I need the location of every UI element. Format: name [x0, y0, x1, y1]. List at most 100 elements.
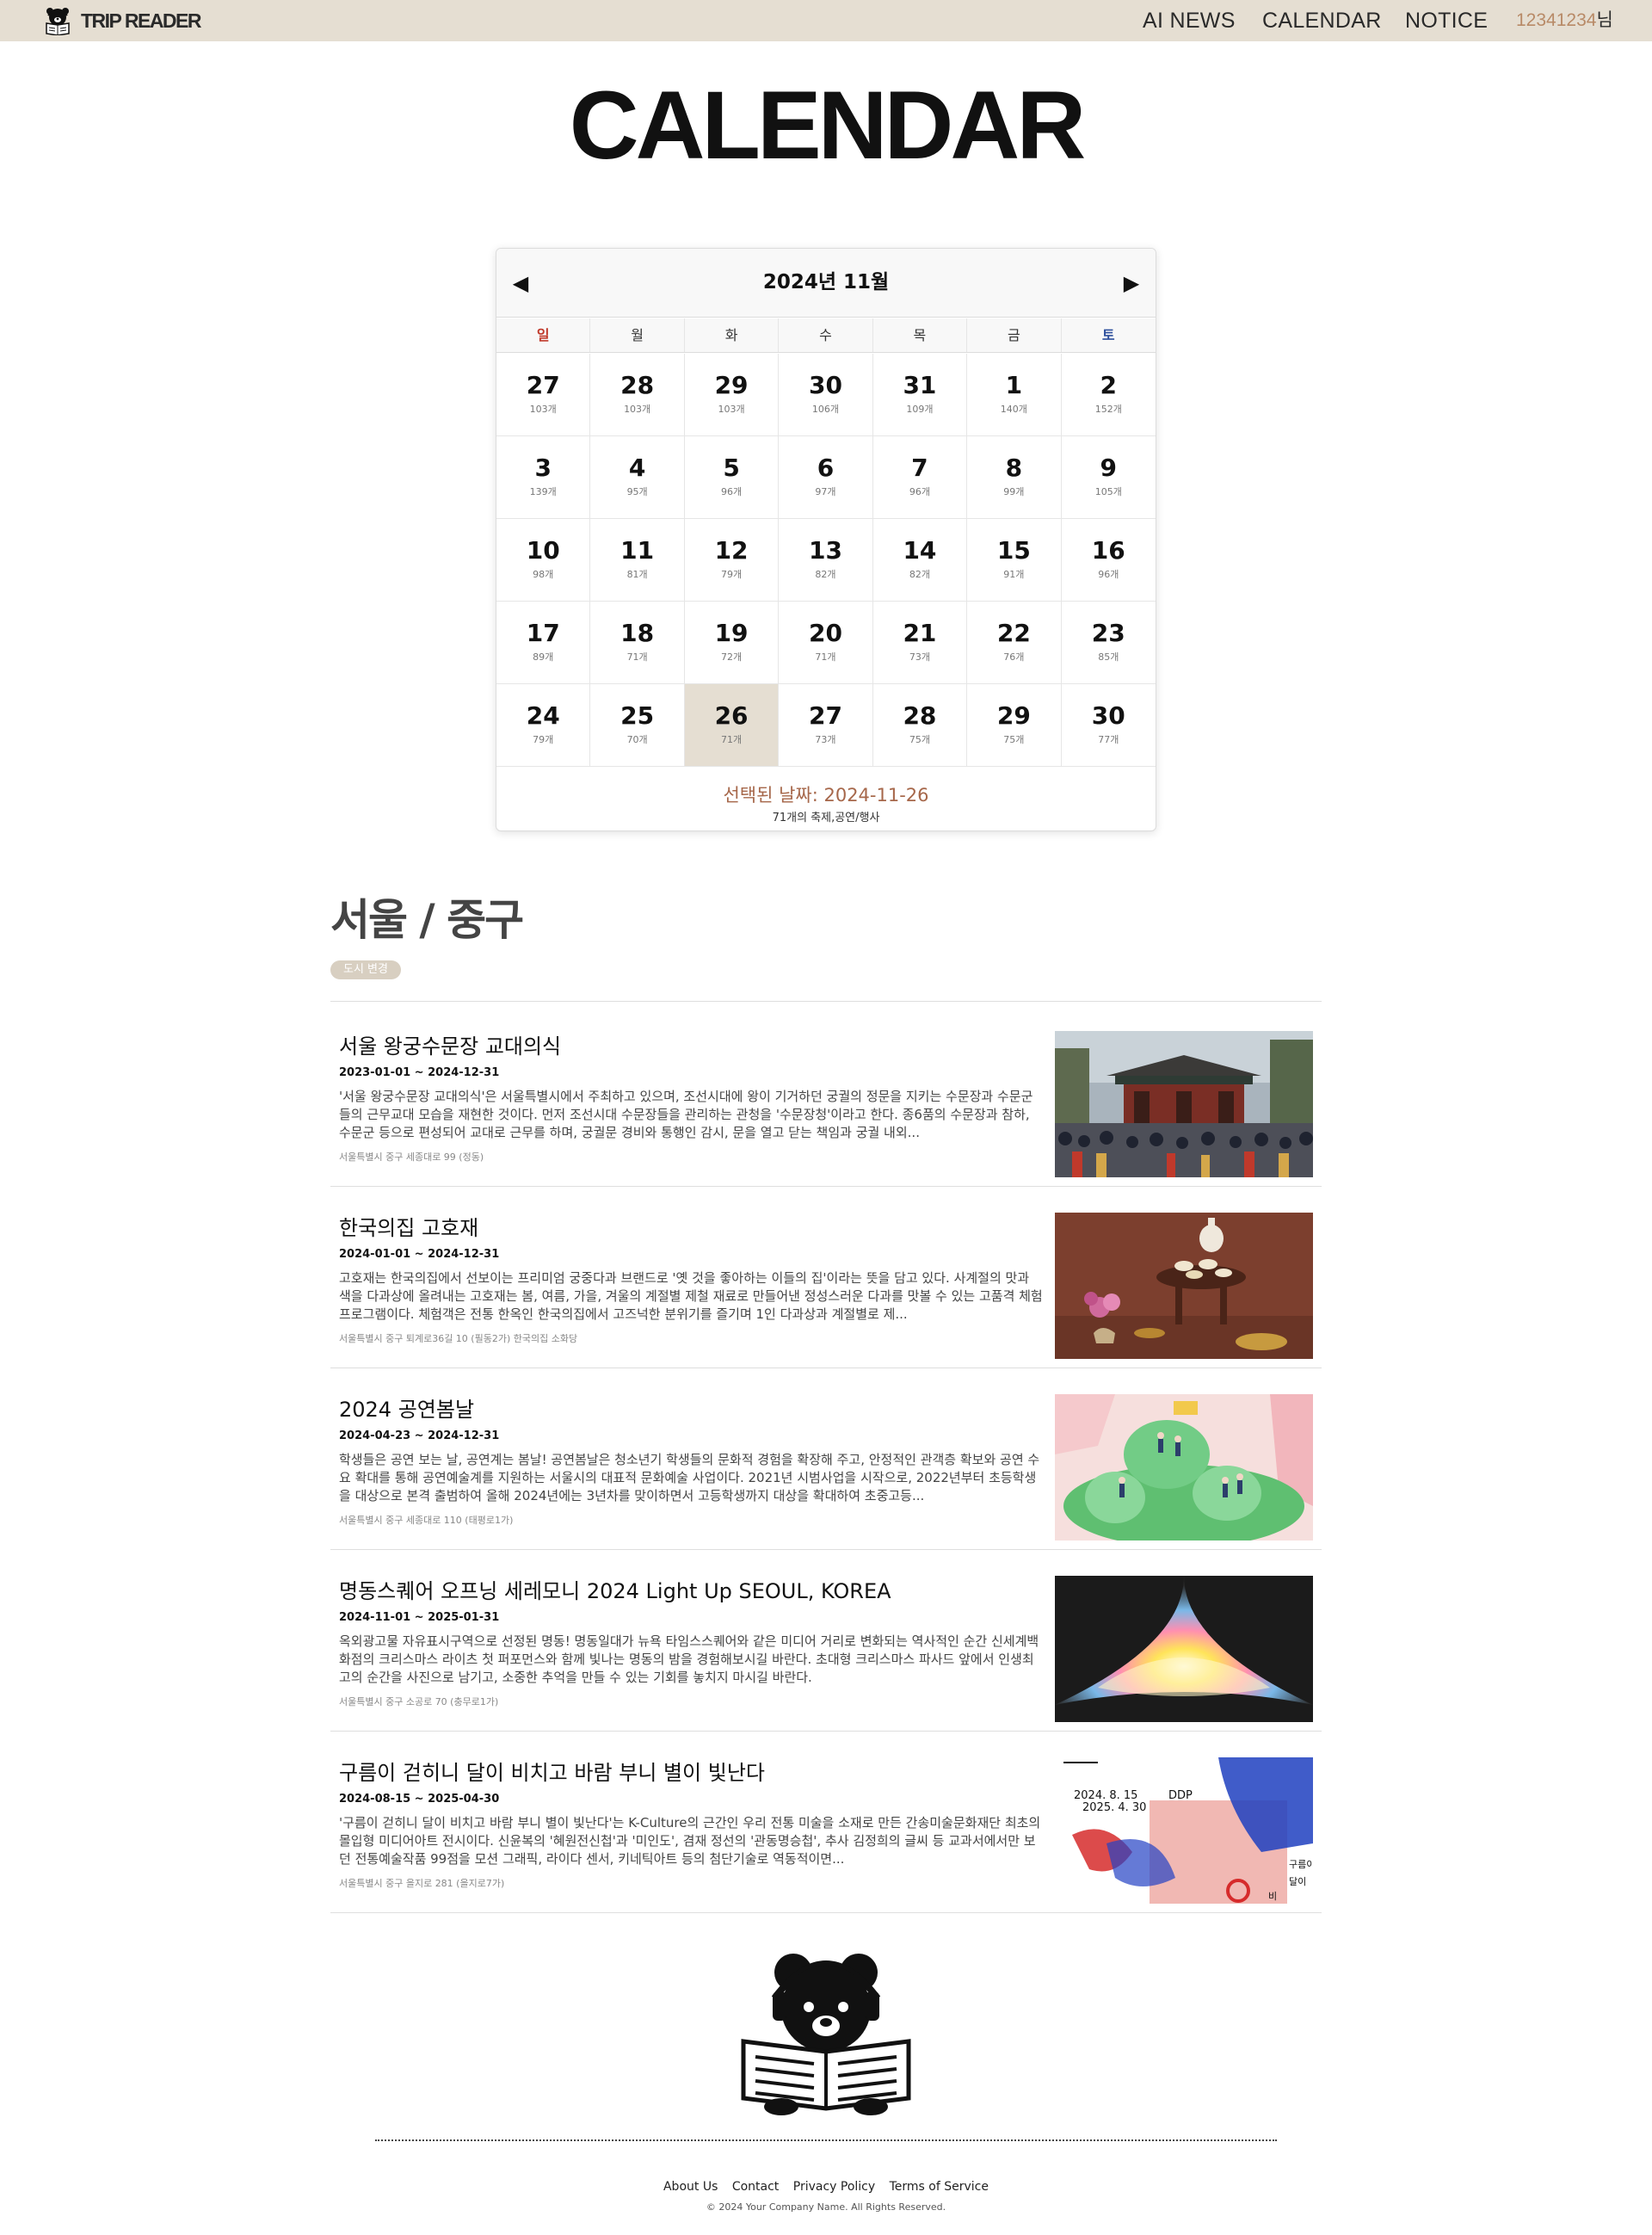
calendar-day-grid: 27 103개 28 103개 29 103개 30 106개 31 109개 1 140개 2 152개… [496, 354, 1156, 767]
calendar-day-cell[interactable]: 15 91개 [967, 519, 1062, 602]
calendar-day-event-count: 72개 [721, 651, 743, 663]
calendar-day-number: 27 [526, 371, 560, 399]
calendar-day-number: 26 [714, 701, 749, 730]
poster-title-3: 비 [1268, 1891, 1277, 1902]
calendar-day-number: 10 [526, 536, 560, 565]
calendar-day-cell[interactable]: 28 103개 [590, 354, 685, 436]
calendar-day-number: 15 [996, 536, 1031, 565]
calendar-day-cell[interactable]: 27 103개 [496, 354, 591, 436]
calendar-day-event-count: 99개 [1003, 486, 1025, 497]
calendar-day-cell[interactable]: 8 99개 [967, 436, 1062, 519]
light-up-poster-image[interactable] [1055, 1576, 1313, 1722]
calendar-day-cell[interactable]: 4 95개 [590, 436, 685, 519]
calendar-day-cell[interactable]: 11 81개 [590, 519, 685, 602]
calendar-day-number: 24 [526, 701, 560, 730]
calendar-day-number: 30 [809, 371, 842, 399]
calendar-day-cell[interactable]: 19 72개 [684, 602, 780, 684]
calendar-day-event-count: 85개 [1098, 651, 1119, 663]
calendar-day-cell[interactable]: 27 73개 [779, 684, 873, 767]
calendar-day-cell[interactable]: 22 76개 [967, 602, 1062, 684]
calendar-day-cell[interactable]: 13 82개 [779, 519, 873, 602]
nav-notice[interactable]: NOTICE [1405, 7, 1488, 34]
calendar-day-cell[interactable]: 6 97개 [779, 436, 873, 519]
calendar-day-event-count: 139개 [529, 486, 557, 497]
footer-link-terms[interactable]: Terms of Service [890, 2180, 989, 2194]
calendar-day-number: 7 [911, 454, 928, 482]
poster-date-start: 2024. 8. 15 [1074, 1789, 1137, 1802]
footer-link-about[interactable]: About Us [663, 2180, 718, 2194]
calendar-day-cell[interactable]: 17 89개 [496, 602, 591, 684]
calendar-day-cell[interactable]: 2 152개 [1061, 354, 1156, 436]
event-item[interactable]: 한국의집 고호재 2024-01-01 ~ 2024-12-31 고호재는 한국… [330, 1187, 1322, 1368]
calendar-day-cell[interactable]: 23 85개 [1061, 602, 1156, 684]
tea-table-image[interactable] [1055, 1213, 1313, 1359]
calendar-day-number: 30 [1091, 701, 1125, 730]
footer-divider [375, 2139, 1277, 2141]
calendar-selection-info: 선택된 날짜: 2024-11-26 71개의 축제,공연/행사 [496, 767, 1156, 830]
event-title[interactable]: 2024 공연봄날 [339, 1396, 474, 1423]
calendar-day-cell[interactable]: 3 139개 [496, 436, 591, 519]
calendar-day-cell[interactable]: 31 109개 [872, 354, 968, 436]
calendar-day-cell[interactable]: 25 70개 [590, 684, 685, 767]
weekday-monday: 월 [590, 318, 685, 352]
event-title[interactable]: 서울 왕궁수문장 교대의식 [339, 1033, 561, 1060]
calendar-day-event-count: 89개 [533, 651, 554, 663]
calendar-day-cell[interactable]: 20 71개 [779, 602, 873, 684]
calendar-day-cell[interactable]: 29 75개 [967, 684, 1062, 767]
calendar-day-cell[interactable]: 5 96개 [684, 436, 780, 519]
event-dates: 2024-01-01 ~ 2024-12-31 [339, 1248, 500, 1261]
calendar-day-cell[interactable]: 24 79개 [496, 684, 591, 767]
user-greeting[interactable]: 12341234님 [1516, 7, 1613, 34]
footer-link-privacy[interactable]: Privacy Policy [793, 2180, 875, 2194]
calendar-day-cell[interactable]: 9 105개 [1061, 436, 1156, 519]
calendar-day-event-count: 103개 [718, 404, 745, 415]
event-item[interactable]: 명동스퀘어 오프닝 세레모니 2024 Light Up SEOUL, KORE… [330, 1550, 1322, 1732]
illustration-poster-image[interactable] [1055, 1394, 1313, 1540]
poster-title-2: 달이 [1289, 1876, 1306, 1887]
event-item[interactable]: 서울 왕궁수문장 교대의식 2023-01-01 ~ 2024-12-31 '서… [330, 1005, 1322, 1187]
event-description: 옥외광고물 자유표시구역으로 선정된 명동! 명동일대가 뉴욕 타임스스퀘어와 … [339, 1633, 1039, 1685]
event-title[interactable]: 명동스퀘어 오프닝 세레모니 2024 Light Up SEOUL, KORE… [339, 1577, 891, 1605]
site-logo[interactable]: TRIP READER [43, 5, 202, 36]
copyright-text: © 2024 Your Company Name. All Rights Res… [706, 2201, 946, 2213]
footer-links: About Us Contact Privacy Policy Terms of… [0, 2178, 1652, 2195]
calendar-day-cell[interactable]: 14 82개 [872, 519, 968, 602]
nav-calendar[interactable]: CALENDAR [1262, 7, 1382, 34]
calendar-day-cell[interactable]: 7 96개 [872, 436, 968, 519]
poster-venue: DDP [1168, 1789, 1193, 1802]
calendar-day-cell[interactable]: 30 77개 [1061, 684, 1156, 767]
calendar-day-number: 3 [534, 454, 552, 482]
calendar-day-cell[interactable]: 26 71개 [684, 684, 780, 767]
change-city-button[interactable]: 도시 변경 [330, 960, 401, 979]
calendar-day-event-count: 71개 [815, 651, 836, 663]
calendar-day-cell[interactable]: 12 79개 [684, 519, 780, 602]
calendar-day-cell[interactable]: 1 140개 [967, 354, 1062, 436]
calendar-day-event-count: 82개 [909, 569, 930, 580]
palace-gate-image[interactable] [1055, 1031, 1313, 1177]
calendar-day-cell[interactable]: 10 98개 [496, 519, 591, 602]
weekday-saturday: 토 [1101, 327, 1115, 343]
event-title[interactable]: 한국의집 고호재 [339, 1214, 478, 1242]
calendar-day-cell[interactable]: 28 75개 [872, 684, 968, 767]
event-item[interactable]: 2024 공연봄날 2024-04-23 ~ 2024-12-31 학생들은 공… [330, 1368, 1322, 1550]
event-address: 서울특별시 중구 을지로 281 (을지로7가) [339, 1878, 505, 1889]
footer-link-contact[interactable]: Contact [732, 2180, 779, 2194]
calendar-day-number: 14 [903, 536, 937, 565]
calendar-day-number: 8 [1005, 454, 1023, 482]
weekday-tuesday: 화 [685, 318, 780, 352]
calendar-day-cell[interactable]: 21 73개 [872, 602, 968, 684]
calendar-weekday-row: 일 월 화 수 목 금 토 [496, 318, 1156, 353]
calendar-day-event-count: 98개 [533, 569, 554, 580]
exhibition-poster-image[interactable]: 2024. 8. 15 2025. 4. 30 DDP 구름이 달이 비 [1055, 1757, 1313, 1904]
event-item[interactable]: 구름이 걷히니 달이 비치고 바람 부니 별이 빛난다 2024-08-15 ~… [330, 1732, 1322, 1913]
calendar-day-cell[interactable]: 30 106개 [779, 354, 873, 436]
calendar-day-cell[interactable]: 16 96개 [1061, 519, 1156, 602]
nav-ai-news[interactable]: AI NEWS [1143, 7, 1236, 34]
event-title[interactable]: 구름이 걷히니 달이 비치고 바람 부니 별이 빛난다 [339, 1759, 765, 1787]
next-month-button[interactable]: ▶ [1116, 268, 1147, 299]
weekday-friday: 금 [967, 318, 1062, 352]
calendar-day-cell[interactable]: 29 103개 [684, 354, 780, 436]
calendar-day-event-count: 81개 [626, 569, 648, 580]
calendar-day-number: 28 [903, 701, 937, 730]
calendar-day-cell[interactable]: 18 71개 [590, 602, 685, 684]
